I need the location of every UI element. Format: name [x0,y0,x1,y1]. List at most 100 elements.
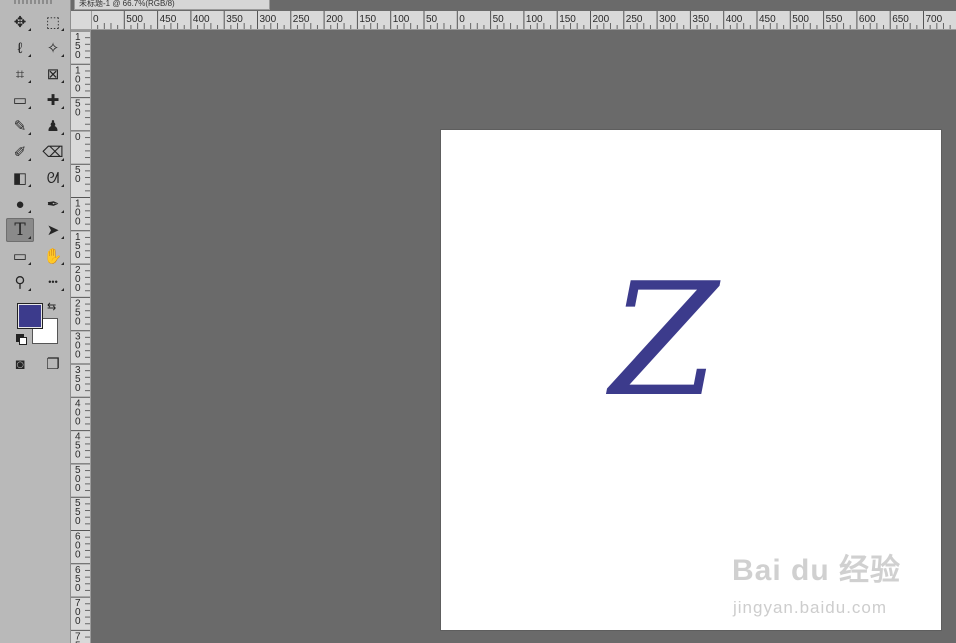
document-tab[interactable]: 未标题-1 @ 66.7%(RGB/8) [74,0,270,10]
ruler-label: 400 [193,14,210,25]
tools-panel: ✥ ⬚ ℓ ✧ ⌗ ⊠ ▭ ✚ ✎ ♟ ✐ ⌫ ◧ ᘛ ● ✒ T ➤ ▭ ✋ ⚲ ••• ◙ ❐ ⇆ [0,0,71,643]
marquee-tool-glyph: ⬚ [45,13,61,31]
vertical-ruler[interactable]: 1501005005010015020025030035040045050055… [71,29,91,643]
tool-group-indicator [61,28,64,31]
hand-tool-icon[interactable]: ✋ [39,244,67,268]
magic-wand-tool-icon[interactable]: ✧ [39,36,67,60]
dodge-tool-glyph: ● [15,195,25,213]
ruler-label: 0 [75,217,81,228]
rectangle-tool-glyph: ▭ [12,247,28,265]
tool-group-indicator [28,28,31,31]
path-selection-tool-icon[interactable]: ➤ [39,218,67,242]
ruler-label: 250 [293,14,310,25]
ruler-label: 350 [692,14,709,25]
tool-group-indicator [61,80,64,83]
swap-colors-icon[interactable]: ⇆ [47,300,56,313]
lasso-tool-icon[interactable]: ℓ [6,36,34,60]
ruler-tool-icon[interactable]: ▭ [6,88,34,112]
clone-stamp-tool-glyph: ♟ [46,117,60,135]
tool-group-indicator [28,80,31,83]
foreground-color-swatch[interactable] [17,303,43,329]
gradient-tool-icon[interactable]: ◧ [6,166,34,190]
eraser-tool-icon[interactable]: ⌫ [39,140,67,164]
ruler-label: 200 [326,14,343,25]
tool-group-indicator [61,288,64,291]
ruler-label: 0 [75,450,81,461]
quick-mask-mode-glyph: ◙ [15,355,25,373]
tool-group-indicator [61,132,64,135]
ruler-label: 0 [75,350,81,361]
tool-group-indicator [28,184,31,187]
brush-tool-glyph: ✎ [13,117,27,135]
baidu-watermark-url: jingyan.baidu.com [733,598,888,617]
frame-tool-icon[interactable]: ⊠ [39,62,67,86]
ruler-label: 0 [75,83,81,94]
tool-group-indicator [61,184,64,187]
ruler-label: 0 [75,108,81,119]
blur-tool-glyph: ᘛ [46,169,60,187]
ruler-label: 100 [393,14,410,25]
pen-tool-glyph: ✒ [46,195,60,213]
clone-stamp-tool-icon[interactable]: ♟ [39,114,67,138]
history-brush-tool-glyph: ✐ [13,143,27,161]
path-selection-tool-glyph: ➤ [46,221,60,239]
ruler-label: 0 [75,483,81,494]
ruler-label: 150 [359,14,376,25]
brush-tool-icon[interactable]: ✎ [6,114,34,138]
history-brush-tool-icon[interactable]: ✐ [6,140,34,164]
ruler-label: 350 [226,14,243,25]
ruler-label: 300 [659,14,676,25]
more-tools-icon[interactable]: ••• [39,270,67,294]
dodge-tool-icon[interactable]: ● [6,192,34,216]
text-layer-letter[interactable]: Z [610,262,718,418]
marquee-tool-icon[interactable]: ⬚ [39,10,67,34]
rectangle-tool-icon[interactable]: ▭ [6,244,34,268]
quick-mask-mode-icon[interactable]: ◙ [6,352,34,376]
ruler-label: 0 [93,14,99,25]
ruler-label: 550 [826,14,843,25]
ruler-label: 200 [593,14,610,25]
type-tool-glyph: T [14,219,26,240]
screen-mode-icon[interactable]: ❐ [39,352,67,376]
pen-tool-icon[interactable]: ✒ [39,192,67,216]
ruler-origin-corner[interactable] [71,11,92,30]
screen-mode-glyph: ❐ [46,355,60,373]
ruler-label: 500 [126,14,143,25]
ruler-label: 50 [493,14,505,25]
gradient-tool-glyph: ◧ [12,169,28,187]
move-tool-icon[interactable]: ✥ [6,10,34,34]
ruler-label: 300 [260,14,277,25]
ruler-label: 100 [526,14,543,25]
ruler-label: 0 [75,550,81,561]
crop-tool-icon[interactable]: ⌗ [6,62,34,86]
default-colors-icon[interactable] [16,334,27,345]
ruler-label: 50 [426,14,438,25]
ruler-label: 0 [75,132,81,143]
tool-group-indicator [28,210,31,213]
tool-group-indicator [28,236,31,239]
ruler-label: 0 [75,250,81,261]
horizontal-ruler[interactable]: 0 500 450 400 350 300 250 200 150 100 50 0 50 100 150 2… [71,11,956,30]
ruler-label: 0 [75,616,81,627]
baidu-watermark-logo: Bai du 经验 [732,554,902,587]
ruler-label: 0 [75,383,81,394]
ruler-label: 0 [459,14,465,25]
ruler-label: 500 [792,14,809,25]
zoom-tool-icon[interactable]: ⚲ [6,270,34,294]
tool-group-indicator [28,106,31,109]
tool-group-indicator [61,158,64,161]
type-tool-icon[interactable]: T [6,218,34,242]
ruler-label: 0 [75,316,81,327]
blur-tool-icon[interactable]: ᘛ [39,166,67,190]
healing-brush-tool-icon[interactable]: ✚ [39,88,67,112]
panel-grip[interactable] [14,0,54,4]
zoom-tool-glyph: ⚲ [14,273,26,291]
ruler-label: 0 [75,516,81,527]
ruler-label: 0 [75,50,81,61]
tool-group-indicator [61,236,64,239]
ruler-label: 250 [626,14,643,25]
ruler-label: 700 [926,14,943,25]
ruler-label: 0 [75,174,81,185]
tool-group-indicator [28,262,31,265]
tool-group-indicator [61,54,64,57]
